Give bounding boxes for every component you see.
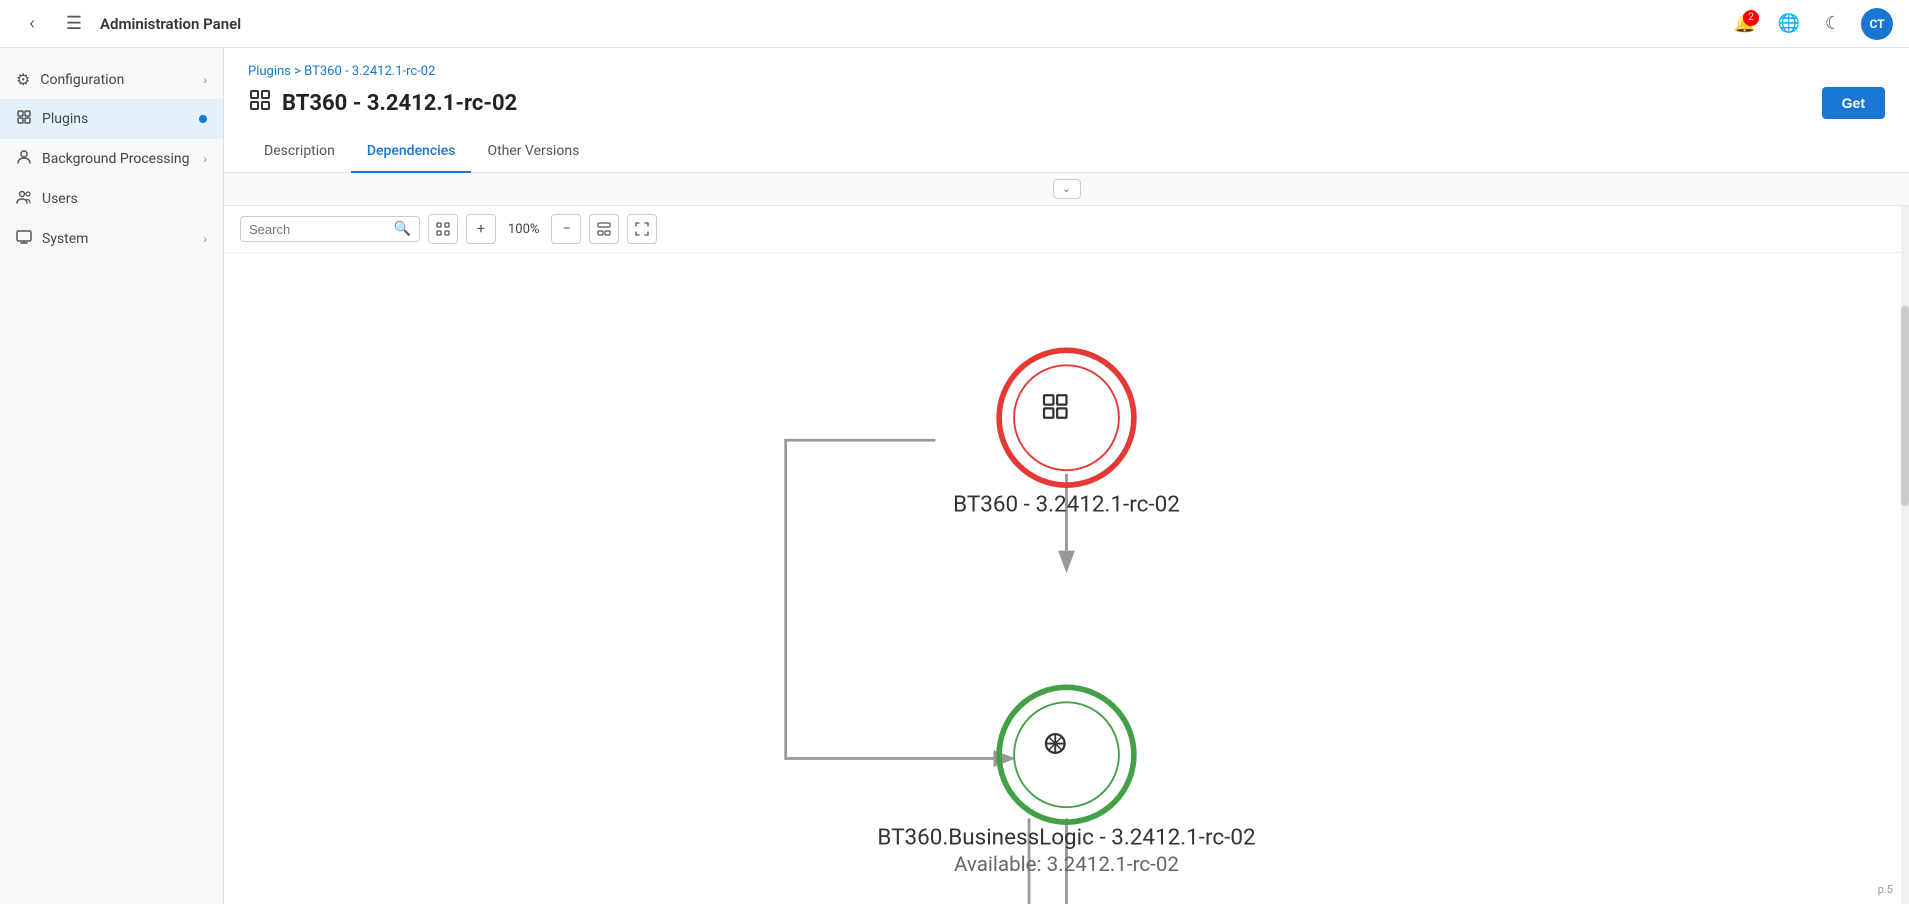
globe-button[interactable]: 🌐 (1773, 8, 1805, 40)
search-icon: 🔍 (394, 221, 411, 237)
scrollbar-track (1901, 206, 1909, 904)
sidebar-item-users[interactable]: Users (0, 179, 223, 219)
sidebar-item-configuration[interactable]: ⚙ Configuration › (0, 60, 223, 99)
zoom-in-button[interactable]: + (466, 214, 496, 244)
sidebar-label-background-processing: Background Processing (42, 151, 193, 167)
layout: ⚙ Configuration › Plugins Background Pro… (0, 48, 1909, 904)
page-header: BT360 - 3.2412.1-rc-02 Get (224, 83, 1909, 131)
tab-description[interactable]: Description (248, 131, 351, 173)
tab-other-versions[interactable]: Other Versions (471, 131, 595, 173)
sidebar-label-configuration: Configuration (40, 72, 193, 88)
collapse-button[interactable]: ⌄ (1053, 179, 1081, 199)
zoom-label: 100% (504, 222, 543, 237)
svg-text:BT360 - 3.2412.1-rc-02: BT360 - 3.2412.1-rc-02 (953, 491, 1180, 517)
user-avatar[interactable]: CT (1861, 8, 1893, 40)
collapse-row: ⌄ (224, 173, 1909, 206)
chevron-icon-configuration: › (203, 73, 207, 87)
sidebar-item-system[interactable]: System › (0, 219, 223, 259)
sidebar-label-system: System (42, 231, 193, 247)
sidebar-label-plugins: Plugins (42, 111, 189, 127)
fullscreen-button[interactable] (627, 214, 657, 244)
moon-icon: ☾ (1825, 13, 1841, 34)
main-content: Plugins > BT360 - 3.2412.1-rc-02 BT360 -… (224, 48, 1909, 904)
configuration-icon: ⚙ (16, 70, 30, 89)
globe-icon: 🌐 (1778, 13, 1800, 34)
notification-badge: 2 (1743, 10, 1759, 26)
search-input[interactable] (249, 222, 390, 237)
breadcrumb-current[interactable]: BT360 - 3.2412.1-rc-02 (304, 64, 435, 79)
svg-text:BT360.BusinessLogic - 3.2412.1: BT360.BusinessLogic - 3.2412.1-rc-02 (877, 825, 1255, 851)
graph-toolbar: 🔍 + 100% − (224, 206, 1909, 253)
fit-view-button[interactable] (428, 214, 458, 244)
plugins-active-dot (199, 115, 207, 123)
zoom-out-button[interactable]: − (551, 214, 581, 244)
system-icon (16, 229, 32, 249)
tabs: Description Dependencies Other Versions (224, 131, 1909, 173)
page-icon (248, 88, 272, 118)
scrollbar-thumb[interactable] (1901, 306, 1909, 506)
page-indicator: p.5 (1878, 883, 1893, 896)
search-box[interactable]: 🔍 (240, 216, 420, 242)
get-button[interactable]: Get (1822, 87, 1885, 119)
graph-wrapper[interactable]: 🔍 + 100% − (224, 206, 1909, 904)
notification-button[interactable]: 🔔 2 (1729, 8, 1761, 40)
page-title: BT360 - 3.2412.1-rc-02 (282, 91, 517, 116)
background-processing-icon (16, 149, 32, 169)
plugins-icon (16, 109, 32, 129)
sidebar-item-plugins[interactable]: Plugins (0, 99, 223, 139)
menu-icon: ☰ (66, 13, 82, 34)
topbar: ‹ ☰ Administration Panel 🔔 2 🌐 ☾ CT (0, 0, 1909, 48)
chevron-icon-system: › (203, 232, 207, 246)
menu-button[interactable]: ☰ (58, 8, 90, 40)
breadcrumb-separator: > (294, 64, 304, 79)
breadcrumb: Plugins > BT360 - 3.2412.1-rc-02 (224, 48, 1909, 83)
back-icon: ‹ (29, 13, 34, 34)
sidebar-item-background-processing[interactable]: Background Processing › (0, 139, 223, 179)
theme-button[interactable]: ☾ (1817, 8, 1849, 40)
users-icon (16, 189, 32, 209)
back-button[interactable]: ‹ (16, 8, 48, 40)
tab-dependencies[interactable]: Dependencies (351, 131, 472, 173)
sidebar-label-users: Users (42, 191, 207, 207)
layout-button[interactable] (589, 214, 619, 244)
topbar-left: ‹ ☰ Administration Panel (16, 8, 241, 40)
sidebar: ⚙ Configuration › Plugins Background Pro… (0, 48, 224, 904)
breadcrumb-plugins[interactable]: Plugins (248, 64, 291, 79)
app-title: Administration Panel (100, 15, 241, 33)
topbar-right: 🔔 2 🌐 ☾ CT (1729, 8, 1893, 40)
chevron-icon-background: › (203, 152, 207, 166)
dependency-graph: BT360 - 3.2412.1-rc-02 BT360.BusinessLog… (224, 253, 1909, 904)
svg-text:Available: 3.2412.1-rc-02: Available: 3.2412.1-rc-02 (954, 853, 1179, 877)
